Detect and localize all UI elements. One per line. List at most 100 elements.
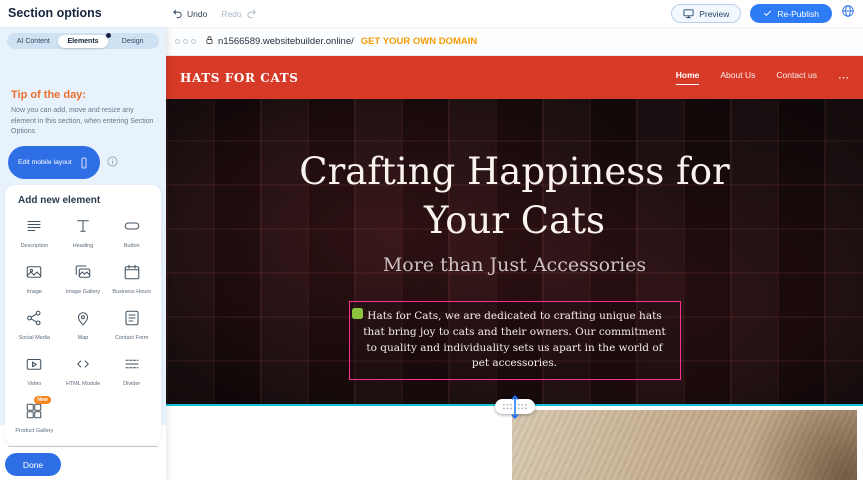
element-grid: Description Heading Button Image Image G… <box>10 217 156 435</box>
preview-button[interactable]: Preview <box>671 4 741 23</box>
element-label: Map <box>78 335 89 342</box>
info-button[interactable] <box>107 154 118 172</box>
nav-home[interactable]: Home <box>676 70 700 85</box>
page-title: Section options <box>8 6 102 20</box>
hero-section[interactable]: Crafting Happiness for Your Cats More th… <box>166 99 863 406</box>
add-element-map[interactable]: Map <box>59 309 108 342</box>
tab-elements[interactable]: Elements <box>58 35 108 48</box>
website-builder-screen: Section options Undo Redo Preview Re-Pub… <box>0 0 863 480</box>
undo-label: Undo <box>187 9 207 19</box>
element-label: Product Gallery <box>15 428 53 435</box>
section-resize-handle[interactable] <box>495 399 535 414</box>
tip-body: Now you can add, move and resize any ele… <box>11 106 157 138</box>
mobile-phone-icon <box>78 157 90 169</box>
map-icon <box>74 309 92 332</box>
element-label: Business Hours <box>112 289 151 296</box>
tab-ai-content[interactable]: AI Content <box>9 35 59 48</box>
hero-paragraph[interactable]: Hats for Cats, we are dedicated to craft… <box>361 309 669 372</box>
add-element-business-hours[interactable]: Business Hours <box>107 263 156 296</box>
description-icon <box>25 217 43 240</box>
add-element-product-gallery[interactable]: New Product Gallery <box>10 402 59 435</box>
info-icon <box>107 156 118 167</box>
product-gallery-icon <box>25 402 43 425</box>
tab-design[interactable]: Design <box>108 35 158 48</box>
video-icon <box>25 355 43 378</box>
redo-button[interactable]: Redo <box>221 8 256 19</box>
site-logo[interactable]: HATS FOR CATS <box>180 71 299 85</box>
add-element-html-module[interactable]: HTML Module <box>59 355 108 388</box>
resize-arrow-icon <box>510 393 519 420</box>
language-globe-button[interactable] <box>841 4 855 23</box>
button-icon <box>123 217 141 240</box>
topbar: Section options Undo Redo Preview Re-Pub… <box>0 0 863 27</box>
nav-contact-us[interactable]: Contact us <box>776 70 817 85</box>
add-new-element-title: Add new element <box>18 195 156 206</box>
hero-subtitle[interactable]: More than Just Accessories <box>166 254 863 276</box>
redo-icon <box>246 8 257 19</box>
redo-label: Redo <box>221 9 241 19</box>
window-control-dots <box>175 39 196 44</box>
element-label: Contact Form <box>115 335 148 342</box>
contact-form-icon <box>123 309 141 332</box>
add-element-button[interactable]: Button <box>107 217 156 250</box>
republish-button[interactable]: Re-Publish <box>750 4 832 23</box>
check-icon <box>763 9 772 18</box>
edit-mobile-row: Edit mobile layout <box>8 146 118 179</box>
site-url: n1566589.websitebuilder.online/ <box>218 36 354 47</box>
element-drag-handle[interactable] <box>352 308 363 319</box>
element-label: Image <box>27 289 42 296</box>
edit-mobile-label: Edit mobile layout <box>18 159 72 166</box>
html-module-icon <box>74 355 92 378</box>
add-element-description[interactable]: Description <box>10 217 59 250</box>
heading-icon <box>74 217 92 240</box>
add-element-divider[interactable]: Divider <box>107 355 156 388</box>
new-badge: New <box>34 396 50 404</box>
add-element-heading[interactable]: Heading <box>59 217 108 250</box>
nav-about-us[interactable]: About Us <box>720 70 755 85</box>
edit-mobile-layout-button[interactable]: Edit mobile layout <box>8 146 100 179</box>
image-icon <box>25 263 43 286</box>
monitor-icon <box>683 8 694 19</box>
image-gallery-icon <box>74 263 92 286</box>
add-element-contact-form[interactable]: Contact Form <box>107 309 156 342</box>
nav-more-menu[interactable]: ⋯ <box>838 71 850 84</box>
add-element-image[interactable]: Image <box>10 263 59 296</box>
tab-elements-label: Elements <box>67 38 98 45</box>
get-domain-link[interactable]: GET YOUR OWN DOMAIN <box>361 36 477 47</box>
undo-button[interactable]: Undo <box>172 8 207 19</box>
element-label: Video <box>27 381 41 388</box>
add-element-video[interactable]: Video <box>10 355 59 388</box>
sidebar-tabs: AI Content Elements Design <box>7 33 159 49</box>
divider-icon <box>123 355 141 378</box>
browser-bar: n1566589.websitebuilder.online/ GET YOUR… <box>166 27 863 56</box>
social-media-icon <box>25 309 43 332</box>
element-label: Heading <box>73 243 94 250</box>
section-options-sidebar: AI Content Elements Design Tip of the da… <box>0 27 166 480</box>
undo-icon <box>172 8 183 19</box>
undo-redo-group: Undo Redo <box>172 0 257 27</box>
site-preview-area: n1566589.websitebuilder.online/ GET YOUR… <box>166 27 863 480</box>
lock-icon <box>201 32 218 50</box>
element-label: Image Gallery <box>66 289 100 296</box>
sidebar-divider <box>8 446 158 447</box>
element-label: Description <box>21 243 49 250</box>
element-label: Social Media <box>19 335 51 342</box>
hero-title[interactable]: Crafting Happiness for Your Cats <box>265 99 765 245</box>
add-element-image-gallery[interactable]: Image Gallery <box>59 263 108 296</box>
element-label: HTML Module <box>66 381 100 388</box>
selected-text-element[interactable]: Hats for Cats, we are dedicated to craft… <box>349 301 681 380</box>
site-header: HATS FOR CATS Home About Us Contact us ⋯ <box>166 56 863 99</box>
tip-of-the-day: Tip of the day: Now you can add, move an… <box>11 89 157 138</box>
add-element-social-media[interactable]: Social Media <box>10 309 59 342</box>
site-nav: Home About Us Contact us <box>676 70 817 85</box>
topbar-actions: Preview Re-Publish <box>671 0 855 27</box>
done-button[interactable]: Done <box>5 453 61 476</box>
republish-label: Re-Publish <box>777 9 819 19</box>
tip-title: Tip of the day: <box>11 89 157 101</box>
next-section-photo <box>512 410 857 480</box>
preview-label: Preview <box>699 9 729 19</box>
element-label: Divider <box>123 381 140 388</box>
globe-icon <box>841 4 855 18</box>
business-hours-icon <box>123 263 141 286</box>
element-label: Button <box>124 243 140 250</box>
